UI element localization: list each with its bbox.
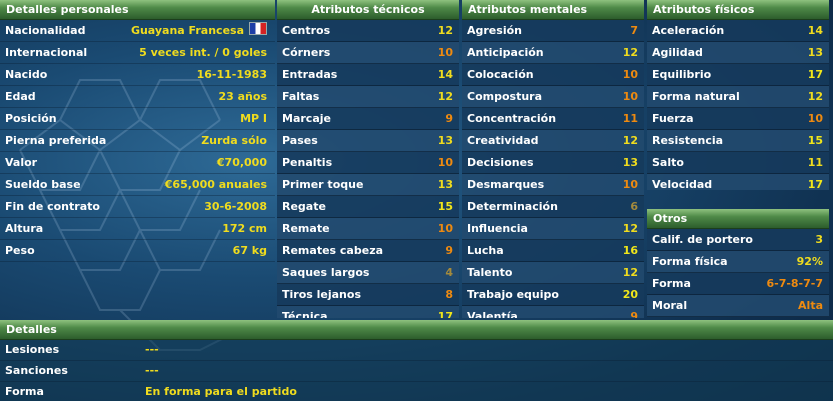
row-position: Posición MP I bbox=[0, 108, 275, 130]
attr-row: Agilidad 13 bbox=[647, 42, 829, 64]
attr-row: Remate 10 bbox=[277, 218, 459, 240]
nationality-value[interactable]: Guayana Francesa bbox=[131, 24, 244, 37]
row-label: Internacional bbox=[5, 46, 88, 59]
attr-row: Salto 11 bbox=[647, 152, 829, 174]
mental-attributes-panel: Atributos mentales Agresión 7 Anticipació… bbox=[462, 0, 644, 318]
row-label: Sueldo base bbox=[5, 178, 81, 191]
row-value: Zurda sólo bbox=[201, 134, 267, 147]
attr-row: Anticipación 12 bbox=[462, 42, 644, 64]
attr-row: Calif. de portero 3 bbox=[647, 229, 829, 251]
row-label: Altura bbox=[5, 222, 44, 235]
physical-attributes-panel: Atributos físicos Aceleración 14 Agilidad… bbox=[647, 0, 829, 190]
details-row-suspensions: Sanciones --- bbox=[0, 361, 833, 382]
attr-row: Fuerza 10 bbox=[647, 108, 829, 130]
row-label: Fin de contrato bbox=[5, 200, 100, 213]
attr-row: Primer toque 13 bbox=[277, 174, 459, 196]
attr-row: Resistencia 15 bbox=[647, 130, 829, 152]
attr-row: Moral Alta bbox=[647, 295, 829, 317]
attr-row: Córners 10 bbox=[277, 42, 459, 64]
row-label: Nacionalidad bbox=[5, 24, 86, 37]
attr-row: Desmarques 10 bbox=[462, 174, 644, 196]
personal-details-header: Detalles personales bbox=[0, 0, 275, 20]
row-value: 172 cm bbox=[222, 222, 267, 235]
row-value: MP I bbox=[240, 112, 267, 125]
row-value: 67 kg bbox=[232, 244, 267, 257]
attr-row: Lucha 16 bbox=[462, 240, 644, 262]
row-value: €65,000 anuales bbox=[164, 178, 267, 191]
details-panel: Detalles Lesiones --- Sanciones --- Forma E… bbox=[0, 320, 833, 401]
attr-row: Faltas 12 bbox=[277, 86, 459, 108]
attr-row: Tiros lejanos 8 bbox=[277, 284, 459, 306]
attr-row: Marcaje 9 bbox=[277, 108, 459, 130]
row-preferred-foot: Pierna preferida Zurda sólo bbox=[0, 130, 275, 152]
row-international: Internacional 5 veces int. / 0 goles bbox=[0, 42, 275, 64]
personal-details-panel: Detalles personales Nacionalidad Guayana … bbox=[0, 0, 275, 318]
row-label: Peso bbox=[5, 244, 35, 257]
details-row-form: Forma En forma para el partido bbox=[0, 382, 833, 401]
row-label: Pierna preferida bbox=[5, 134, 107, 147]
row-height: Altura 172 cm bbox=[0, 218, 275, 240]
attr-row: Colocación 10 bbox=[462, 64, 644, 86]
row-value: 16-11-1983 bbox=[196, 68, 267, 81]
attr-row: Aceleración 14 bbox=[647, 20, 829, 42]
attr-row: Forma 6-7-8-7-7 bbox=[647, 273, 829, 295]
row-age: Edad 23 años bbox=[0, 86, 275, 108]
attr-row: Concentración 11 bbox=[462, 108, 644, 130]
french-flag-icon bbox=[249, 22, 267, 35]
attr-row: Agresión 7 bbox=[462, 20, 644, 42]
others-header: Otros bbox=[647, 209, 829, 229]
row-value: 30-6-2008 bbox=[204, 200, 267, 213]
row-nationality: Nacionalidad Guayana Francesa bbox=[0, 20, 275, 42]
row-weight: Peso 67 kg bbox=[0, 240, 275, 262]
attr-row: Valentía 9 bbox=[462, 306, 644, 318]
attr-row: Regate 15 bbox=[277, 196, 459, 218]
others-rows: Calif. de portero 3 Forma física 92% Forma… bbox=[647, 229, 829, 317]
row-label: Posición bbox=[5, 112, 57, 125]
row-contract-end: Fin de contrato 30-6-2008 bbox=[0, 196, 275, 218]
attr-row: Remates cabeza 9 bbox=[277, 240, 459, 262]
details-header: Detalles bbox=[0, 320, 833, 340]
details-rows: Lesiones --- Sanciones --- Forma En forma p… bbox=[0, 340, 833, 401]
physical-rows: Aceleración 14 Agilidad 13 Equilibrio 17 Fo… bbox=[647, 20, 829, 190]
row-value: Valor €70,000 bbox=[0, 152, 275, 174]
mental-rows: Agresión 7 Anticipación 12 Colocación 10 Co… bbox=[462, 20, 644, 318]
attr-row: Técnica 17 bbox=[277, 306, 459, 318]
details-row-injuries: Lesiones --- bbox=[0, 340, 833, 361]
others-panel: Otros Calif. de portero 3 Forma física 92%… bbox=[647, 209, 829, 317]
row-born: Nacido 16-11-1983 bbox=[0, 64, 275, 86]
attr-row: Equilibrio 17 bbox=[647, 64, 829, 86]
physical-attributes-header: Atributos físicos bbox=[647, 0, 829, 20]
attr-row: Forma física 92% bbox=[647, 251, 829, 273]
attr-row: Pases 13 bbox=[277, 130, 459, 152]
row-label: Nacido bbox=[5, 68, 48, 81]
technical-rows: Centros 12 Córners 10 Entradas 14 Faltas 12 … bbox=[277, 20, 459, 318]
row-value: €70,000 bbox=[216, 156, 267, 169]
attr-row: Entradas 14 bbox=[277, 64, 459, 86]
attr-row: Penaltis 10 bbox=[277, 152, 459, 174]
mental-attributes-header: Atributos mentales bbox=[462, 0, 644, 20]
attr-row: Talento 12 bbox=[462, 262, 644, 284]
row-label: Edad bbox=[5, 90, 36, 103]
row-wage: Sueldo base €65,000 anuales bbox=[0, 174, 275, 196]
attr-row: Centros 12 bbox=[277, 20, 459, 42]
attr-row: Creatividad 12 bbox=[462, 130, 644, 152]
attr-row: Influencia 12 bbox=[462, 218, 644, 240]
row-label: Valor bbox=[5, 156, 38, 169]
attr-row: Determinación 6 bbox=[462, 196, 644, 218]
attr-row: Compostura 10 bbox=[462, 86, 644, 108]
row-value: 5 veces int. / 0 goles bbox=[139, 46, 267, 59]
personal-rows: Nacionalidad Guayana Francesa Internacion… bbox=[0, 20, 275, 262]
attr-row: Velocidad 17 bbox=[647, 174, 829, 190]
attr-row: Decisiones 13 bbox=[462, 152, 644, 174]
attr-row: Forma natural 12 bbox=[647, 86, 829, 108]
technical-attributes-panel: Atributos técnicos Centros 12 Córners 10 E… bbox=[277, 0, 459, 318]
row-value: 23 años bbox=[218, 90, 268, 103]
attr-row: Saques largos 4 bbox=[277, 262, 459, 284]
attr-row: Trabajo equipo 20 bbox=[462, 284, 644, 306]
technical-attributes-header: Atributos técnicos bbox=[277, 0, 459, 20]
